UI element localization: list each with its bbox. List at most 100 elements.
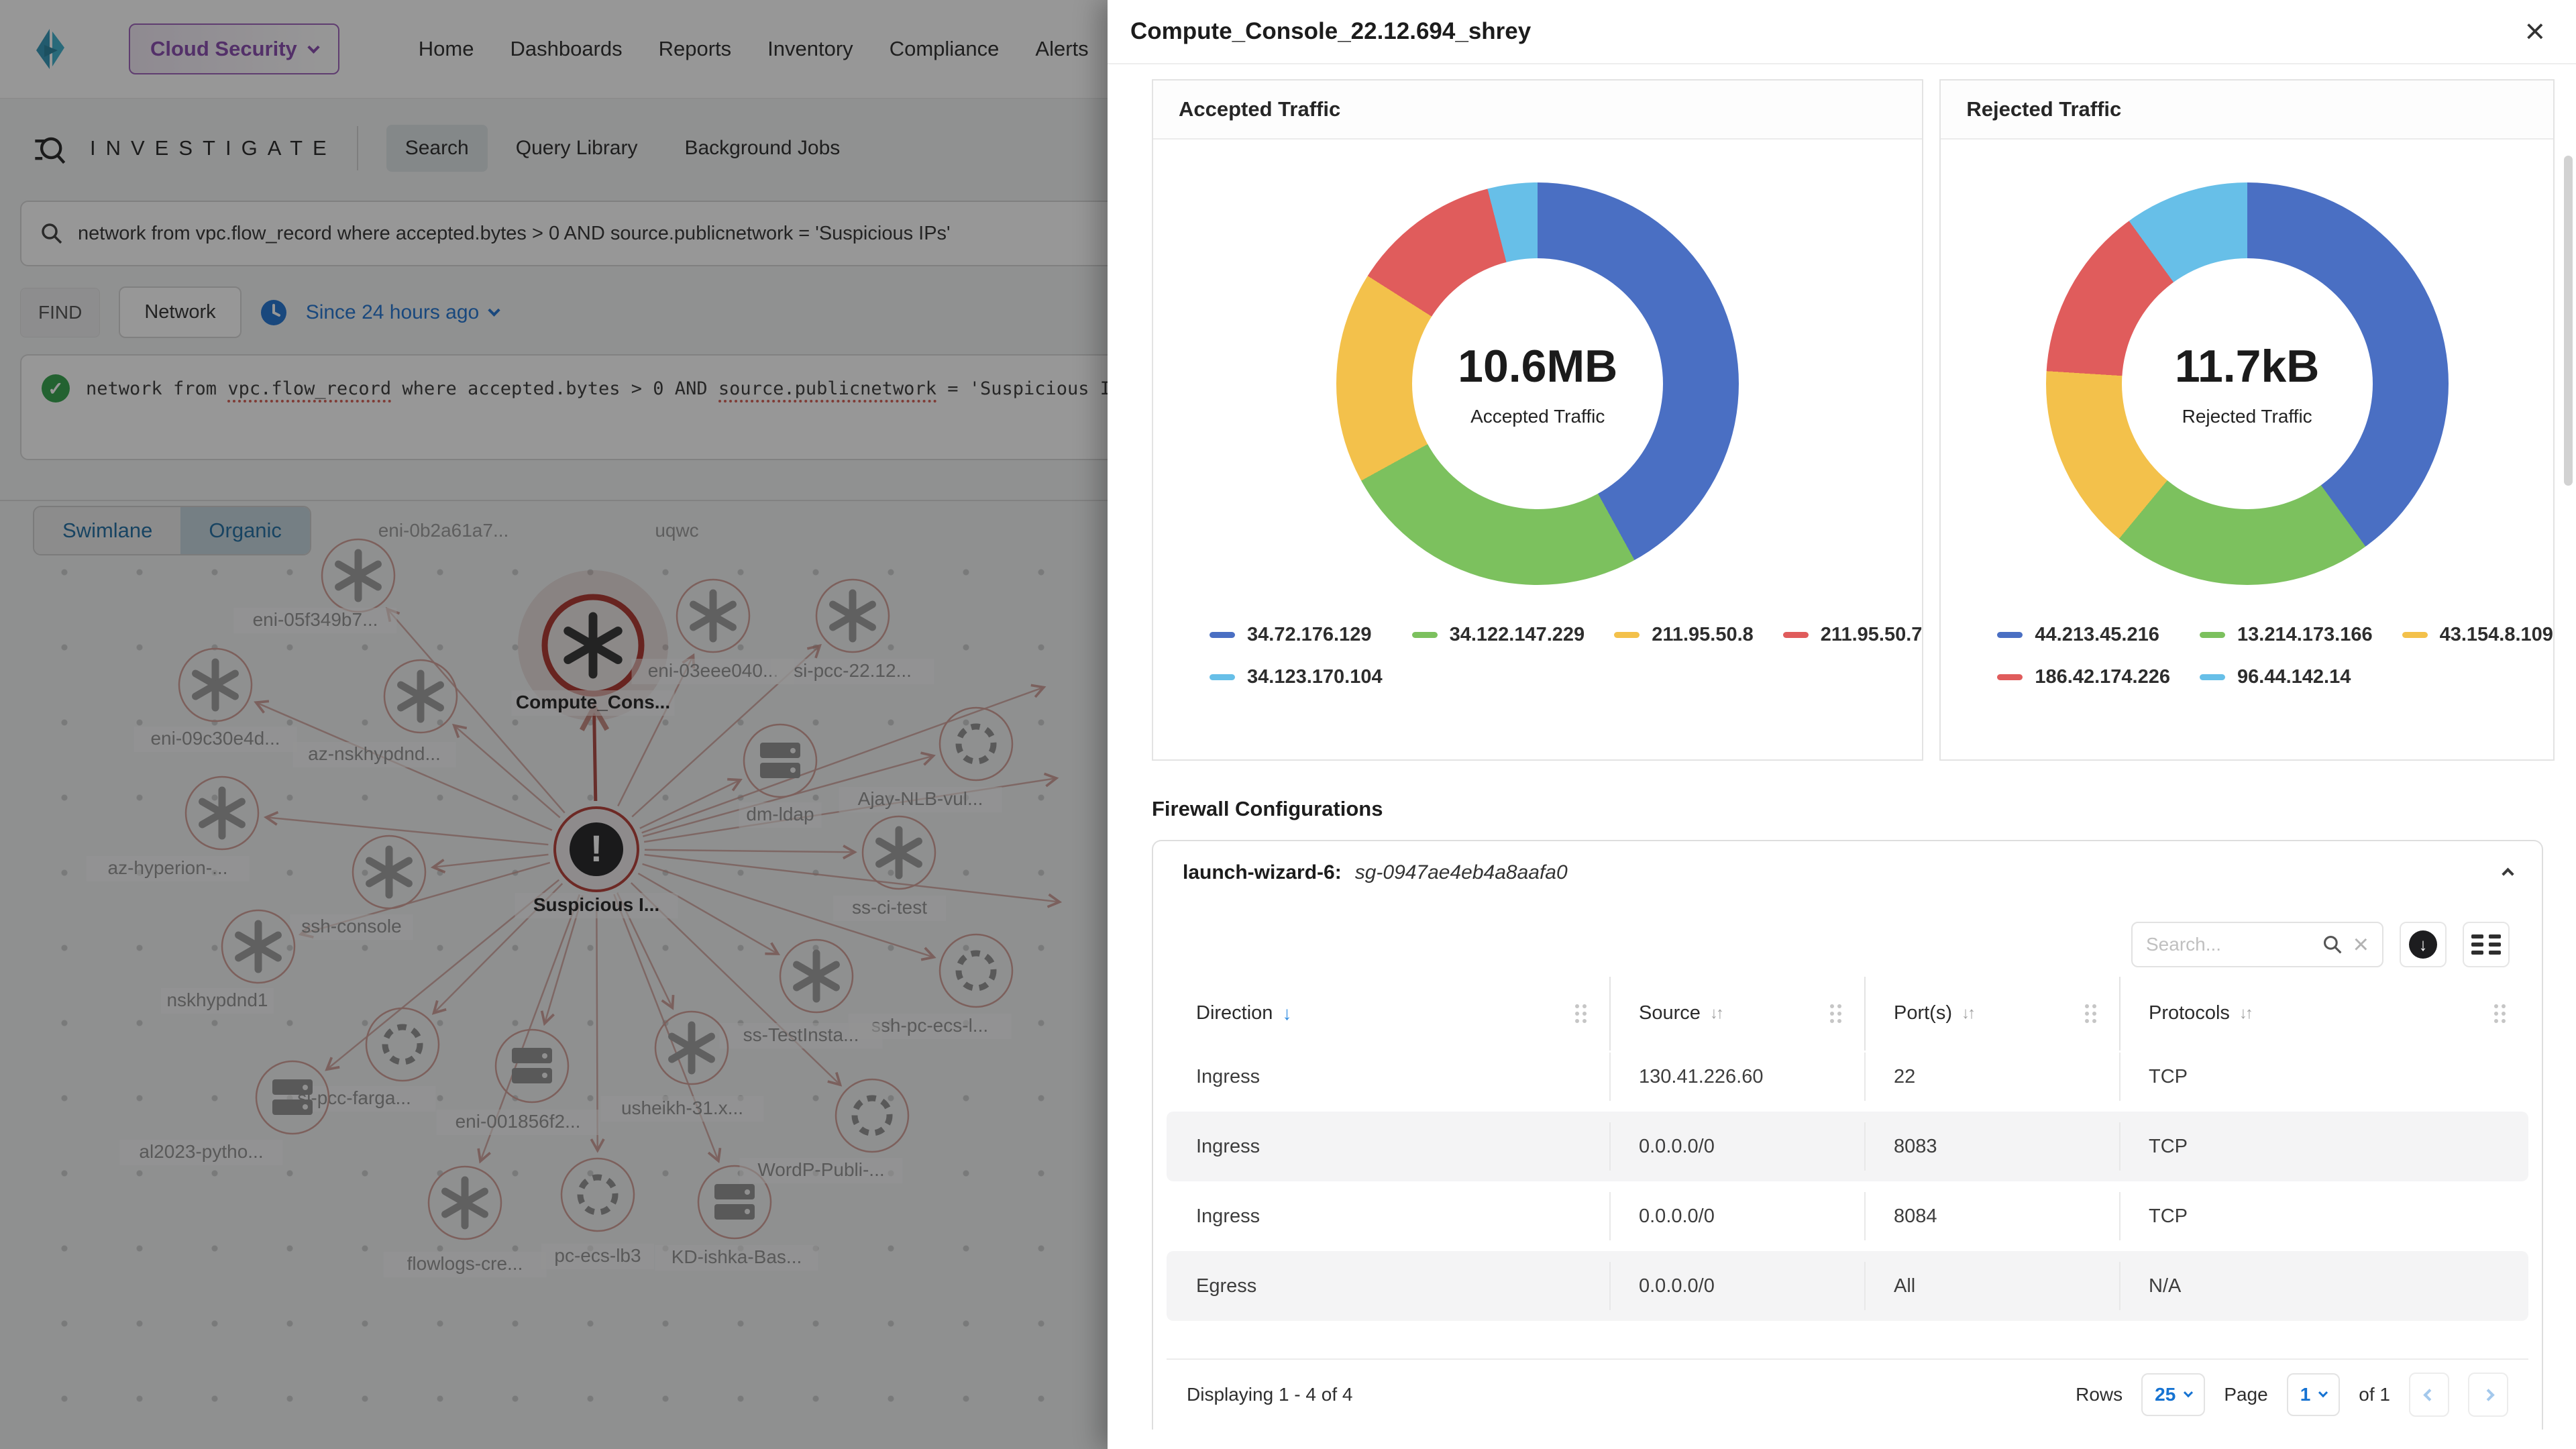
graph-node-suspicious-i-[interactable]: ! bbox=[555, 808, 638, 891]
graph-node-eni-03eee040-[interactable] bbox=[677, 580, 749, 652]
panel-scrollbar[interactable] bbox=[2564, 156, 2573, 486]
page-count-label: of 1 bbox=[2359, 1384, 2390, 1405]
download-button[interactable]: ↓ bbox=[2400, 922, 2447, 967]
graph-node-az-nskhypdnd-[interactable] bbox=[384, 660, 457, 733]
columns-icon bbox=[2471, 934, 2501, 955]
column-drag-handle[interactable] bbox=[1830, 1004, 1841, 1023]
node-label: eni-05f349b7... bbox=[253, 609, 378, 630]
column-settings-button[interactable] bbox=[2463, 922, 2510, 967]
server-led bbox=[745, 1209, 750, 1214]
rows-per-page-select[interactable]: 25 bbox=[2141, 1373, 2205, 1416]
column-drag-handle[interactable] bbox=[2085, 1004, 2096, 1023]
graph-node-ssh-pc-ecs-l-[interactable] bbox=[940, 934, 1012, 1007]
product-switcher[interactable]: Cloud Security bbox=[129, 23, 339, 74]
column-header-protocols[interactable]: Protocols↓↑ bbox=[2119, 1002, 2528, 1024]
nav-item-alerts[interactable]: Alerts bbox=[1020, 25, 1103, 73]
legend-label: 34.122.147.229 bbox=[1450, 624, 1585, 646]
graph-node-nskhypdnd1[interactable] bbox=[222, 910, 294, 983]
graph-node-eni-09c30e4d-[interactable] bbox=[179, 649, 252, 721]
table-cell: 130.41.226.60 bbox=[1609, 1066, 1864, 1088]
column-drag-handle[interactable] bbox=[1575, 1004, 1587, 1023]
graph-node-si-pcc-farga-[interactable] bbox=[366, 1008, 439, 1081]
graph-node-ss-ci-test[interactable] bbox=[863, 816, 935, 889]
graph-node-dm-ldap[interactable] bbox=[744, 724, 816, 797]
table-search-input[interactable] bbox=[2146, 934, 2312, 955]
nav-item-dashboards[interactable]: Dashboards bbox=[495, 25, 637, 73]
node-label-clipped: uqwc bbox=[655, 520, 698, 541]
chevron-up-icon[interactable] bbox=[2504, 867, 2512, 879]
query-search-bar[interactable] bbox=[20, 201, 1187, 266]
server-led bbox=[790, 767, 796, 773]
column-header-direction[interactable]: Direction↓ bbox=[1167, 1002, 1609, 1024]
table-search-box[interactable]: × bbox=[2131, 922, 2383, 967]
node-label: pc-ecs-lb3 bbox=[554, 1245, 641, 1266]
next-page-button[interactable] bbox=[2468, 1373, 2508, 1417]
tab-search[interactable]: Search bbox=[386, 125, 488, 172]
tab-background-jobs[interactable]: Background Jobs bbox=[665, 125, 859, 172]
traffic-card-0: Accepted Traffic10.6MBAccepted Traffic34… bbox=[1152, 79, 1923, 761]
time-range-selector[interactable]: Since 24 hours ago bbox=[306, 301, 499, 324]
graph-node-ssh-console[interactable] bbox=[353, 836, 425, 908]
graph-node-eni-001856f2-[interactable] bbox=[496, 1030, 568, 1102]
table-cell: TCP bbox=[2119, 1205, 2528, 1228]
tab-organic[interactable]: Organic bbox=[180, 507, 310, 554]
query-validation-box[interactable]: ✓ network from vpc.flow_record where acc… bbox=[20, 354, 1187, 460]
table-row[interactable]: Ingress0.0.0.0/08084TCP bbox=[1167, 1181, 2528, 1251]
column-header-source[interactable]: Source ↓↑ bbox=[1609, 1002, 1864, 1024]
column-drag-handle[interactable] bbox=[2494, 1004, 2506, 1023]
nav-item-reports[interactable]: Reports bbox=[644, 25, 747, 73]
node-label: Suspicious I... bbox=[533, 894, 659, 915]
table-cell: 8084 bbox=[1864, 1205, 2119, 1228]
search-icon bbox=[40, 222, 63, 245]
nav-item-inventory[interactable]: Inventory bbox=[753, 25, 868, 73]
graph-node-ss-testinsta-[interactable] bbox=[780, 940, 853, 1012]
graph-node-flowlogs-cre-[interactable] bbox=[429, 1167, 501, 1239]
sort-icon[interactable]: ↓↑ bbox=[1710, 1004, 1722, 1023]
graph-node-eni-05f349b7-[interactable] bbox=[322, 539, 394, 612]
legend-label: 34.72.176.129 bbox=[1247, 624, 1371, 646]
table-row[interactable]: Ingress130.41.226.6022TCP bbox=[1167, 1042, 2528, 1112]
tab-query-library[interactable]: Query Library bbox=[497, 125, 657, 172]
donut-chart: 10.6MBAccepted Traffic bbox=[1336, 182, 1739, 585]
close-icon[interactable]: × bbox=[2525, 14, 2545, 49]
column-header-ports[interactable]: Port(s)↓↑ bbox=[1864, 1002, 2119, 1024]
network-entity-button[interactable]: Network bbox=[119, 286, 241, 338]
node-label: ss-ci-test bbox=[852, 897, 927, 918]
graph-node-pc-ecs-lb3[interactable] bbox=[561, 1159, 634, 1231]
graph-node-wordp-publi-[interactable] bbox=[836, 1079, 908, 1152]
graph-node-az-hyperion-[interactable] bbox=[186, 777, 258, 849]
table-body: Ingress130.41.226.6022TCPIngress0.0.0.0/… bbox=[1167, 1042, 2528, 1321]
divider bbox=[357, 126, 358, 170]
nav-item-compliance[interactable]: Compliance bbox=[875, 25, 1014, 73]
node-label: nskhypdnd1 bbox=[166, 989, 268, 1010]
page-select[interactable]: 1 bbox=[2287, 1373, 2341, 1416]
clear-search-icon[interactable]: × bbox=[2353, 931, 2369, 958]
column-label: Source bbox=[1639, 1002, 1701, 1024]
sort-icon[interactable]: ↓↑ bbox=[1962, 1004, 1974, 1023]
graph-node-usheikh-31-x-[interactable] bbox=[655, 1012, 728, 1084]
table-cell: 0.0.0.0/0 bbox=[1609, 1205, 1864, 1228]
firewall-accordion-header[interactable]: launch-wizard-6: sg-0947ae4eb4a8aafa0 bbox=[1153, 841, 2542, 904]
graph-node-si-pcc-22-12-[interactable] bbox=[816, 580, 889, 652]
previous-page-button[interactable] bbox=[2409, 1373, 2449, 1417]
page-label: Page bbox=[2224, 1384, 2267, 1405]
table-row[interactable]: Egress0.0.0.0/0AllN/A bbox=[1167, 1251, 2528, 1321]
cluster-icon bbox=[385, 1027, 420, 1062]
table-header-row: Direction↓Source↓↑Port(s)↓↑Protocols↓↑ bbox=[1167, 985, 2528, 1042]
server-led bbox=[790, 748, 796, 753]
table-cell: All bbox=[1864, 1275, 2119, 1297]
sort-icon[interactable]: ↓↑ bbox=[2239, 1004, 2251, 1023]
product-name: Cloud Security bbox=[150, 37, 297, 61]
node-ring bbox=[496, 1030, 568, 1102]
nav-item-home[interactable]: Home bbox=[404, 25, 489, 73]
legend-swatch bbox=[1412, 632, 1438, 638]
table-row[interactable]: Ingress0.0.0.0/08083TCP bbox=[1167, 1112, 2528, 1181]
graph-node-ajay-nlb-vul-[interactable] bbox=[940, 708, 1012, 780]
sort-desc-icon[interactable]: ↓ bbox=[1282, 1003, 1291, 1024]
cluster-icon bbox=[959, 953, 994, 988]
query-search-input[interactable] bbox=[78, 223, 1167, 245]
exclamation-icon: ! bbox=[590, 827, 603, 869]
legend-swatch bbox=[1783, 632, 1809, 638]
tab-swimlane[interactable]: Swimlane bbox=[34, 507, 180, 554]
legend-label: 13.214.173.166 bbox=[2237, 624, 2373, 646]
